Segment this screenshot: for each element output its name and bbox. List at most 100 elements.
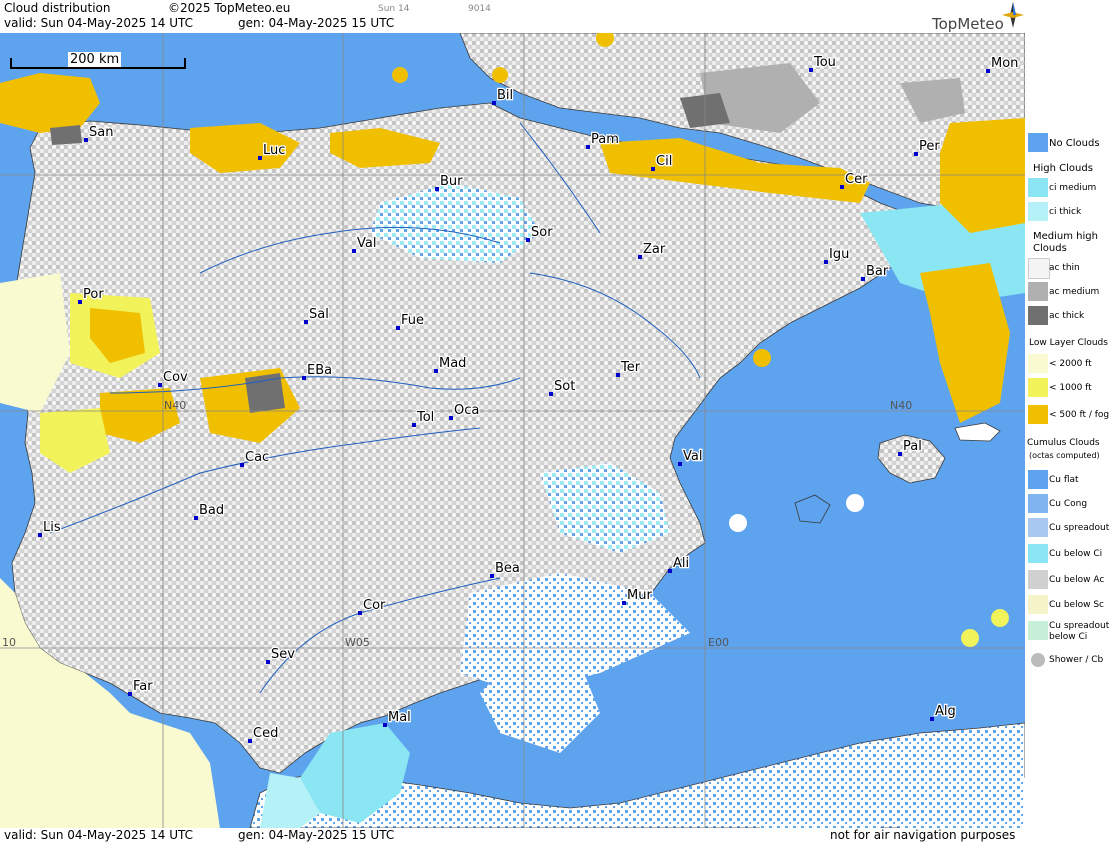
city-dot xyxy=(396,326,400,330)
city-dot xyxy=(158,383,162,387)
city-label: Mad xyxy=(439,356,466,371)
shower-swatch xyxy=(1028,650,1048,669)
city-dot xyxy=(526,238,530,242)
city-dot xyxy=(383,723,387,727)
city-label: Zar xyxy=(643,242,666,257)
city-label: Sot xyxy=(554,379,575,394)
legend-low-head: Low Layer Clouds xyxy=(1029,338,1108,348)
city-label: Bad xyxy=(199,503,224,518)
legend-cu-head: Cumulus Clouds xyxy=(1027,438,1100,448)
legend-ci-medium: ci medium xyxy=(1049,183,1097,193)
city-label: Far xyxy=(133,679,153,694)
lat-label-n40: N40 xyxy=(164,399,186,412)
lon-label-w10: 10 xyxy=(2,636,16,649)
city-label: Ced xyxy=(253,726,278,741)
legend-cu-below-ac: Cu below Ac xyxy=(1049,575,1105,585)
legend-ac-thin: ac thin xyxy=(1049,263,1080,273)
city-label: Tol xyxy=(416,410,434,425)
ac-thick-swatch xyxy=(1028,306,1048,325)
ac-thick-3 xyxy=(50,125,82,145)
legend-high-head: High Clouds xyxy=(1033,163,1093,174)
city-dot xyxy=(809,68,813,72)
city-label: Ter xyxy=(620,360,641,375)
city-dot xyxy=(128,692,132,696)
city-dot xyxy=(434,369,438,373)
city-label: Sev xyxy=(271,647,295,662)
city-label: Tou xyxy=(813,55,836,70)
city-label: Val xyxy=(683,449,702,464)
legend-cu-below-ci: Cu below Ci xyxy=(1049,549,1103,559)
cu-below-ac-swatch xyxy=(1028,570,1048,589)
day-code: Sun 14 xyxy=(378,4,410,14)
legend-cu-below-sc: Cu below Sc xyxy=(1049,600,1104,610)
city-dot xyxy=(266,660,270,664)
shower-cell xyxy=(729,514,747,532)
city-dot xyxy=(412,423,416,427)
city-label: Ali xyxy=(673,556,689,571)
city-dot xyxy=(492,101,496,105)
city-label: Cac xyxy=(245,450,269,465)
disclaimer: not for air navigation purposes xyxy=(830,828,1016,842)
legend-cu-head-2: (octas computed) xyxy=(1029,451,1100,460)
city-label: Por xyxy=(83,287,104,302)
map-title: Cloud distribution xyxy=(4,1,111,15)
legend-no-clouds: No Clouds xyxy=(1049,138,1100,149)
city-label: Oca xyxy=(454,403,479,418)
city-dot xyxy=(622,601,626,605)
city-label: Pal xyxy=(903,439,922,454)
legend-low-500: < 500 ft / fog xyxy=(1049,410,1110,420)
copyright: ©2025 TopMeteo.eu xyxy=(168,1,291,15)
city-dot xyxy=(194,516,198,520)
city-dot xyxy=(490,574,494,578)
legend-medium-head-2: Clouds xyxy=(1033,243,1067,254)
run-code: 9014 xyxy=(468,4,491,14)
city-label: Bur xyxy=(440,174,463,189)
city-dot xyxy=(302,376,306,380)
shower-cell xyxy=(846,494,864,512)
cu-below-sc-swatch xyxy=(1028,595,1048,614)
cu-spreadout-ci-swatch xyxy=(1028,621,1048,640)
city-label: Cer xyxy=(845,172,868,187)
city-label: Luc xyxy=(263,143,285,158)
legend-panel: No Clouds High Clouds ci medium ci thick… xyxy=(1025,33,1117,843)
city-dot xyxy=(651,167,655,171)
city-label: Igu xyxy=(829,247,849,262)
city-label: San xyxy=(89,125,113,140)
footer-generated-time: gen: 04-May-2025 15 UTC xyxy=(238,828,395,842)
city-dot xyxy=(304,320,308,324)
city-dot xyxy=(84,138,88,142)
city-dot xyxy=(668,569,672,573)
legend-low-1000: < 1000 ft xyxy=(1049,383,1092,393)
legend-cu-spreadout: Cu spreadout xyxy=(1049,523,1110,533)
brand-text: TopMeteo xyxy=(932,15,1004,33)
generated-time: gen: 04-May-2025 15 UTC xyxy=(238,16,395,30)
low-cloud-cell xyxy=(753,349,771,367)
low-2000-swatch xyxy=(1028,354,1048,373)
low-cloud-cell xyxy=(961,629,979,647)
legend-ac-thick: ac thick xyxy=(1049,311,1085,321)
city-dot xyxy=(358,611,362,615)
city-label: Pam xyxy=(591,132,619,147)
legend-low-2000: < 2000 ft xyxy=(1049,359,1092,369)
ci-thick-swatch xyxy=(1028,202,1048,221)
ac-medium-swatch xyxy=(1028,282,1048,301)
legend-medium-head: Medium high xyxy=(1033,231,1098,242)
city-dot xyxy=(38,533,42,537)
city-dot xyxy=(586,145,590,149)
low-cloud-cell xyxy=(392,67,408,83)
city-dot xyxy=(352,249,356,253)
compass-icon xyxy=(1002,2,1024,28)
city-label: Mur xyxy=(627,588,652,603)
city-dot xyxy=(986,69,990,73)
city-label: Sor xyxy=(531,225,553,240)
city-dot xyxy=(616,373,620,377)
city-dot xyxy=(898,452,902,456)
city-label: Sal xyxy=(309,307,329,322)
city-dot xyxy=(258,156,262,160)
valid-time: valid: Sun 04-May-2025 14 UTC xyxy=(4,16,193,30)
city-dot xyxy=(240,463,244,467)
ci-medium-swatch xyxy=(1028,178,1048,197)
legend-shower: Shower / Cb xyxy=(1049,655,1104,665)
no-clouds-swatch xyxy=(1028,133,1048,152)
city-label: EBa xyxy=(307,363,332,378)
